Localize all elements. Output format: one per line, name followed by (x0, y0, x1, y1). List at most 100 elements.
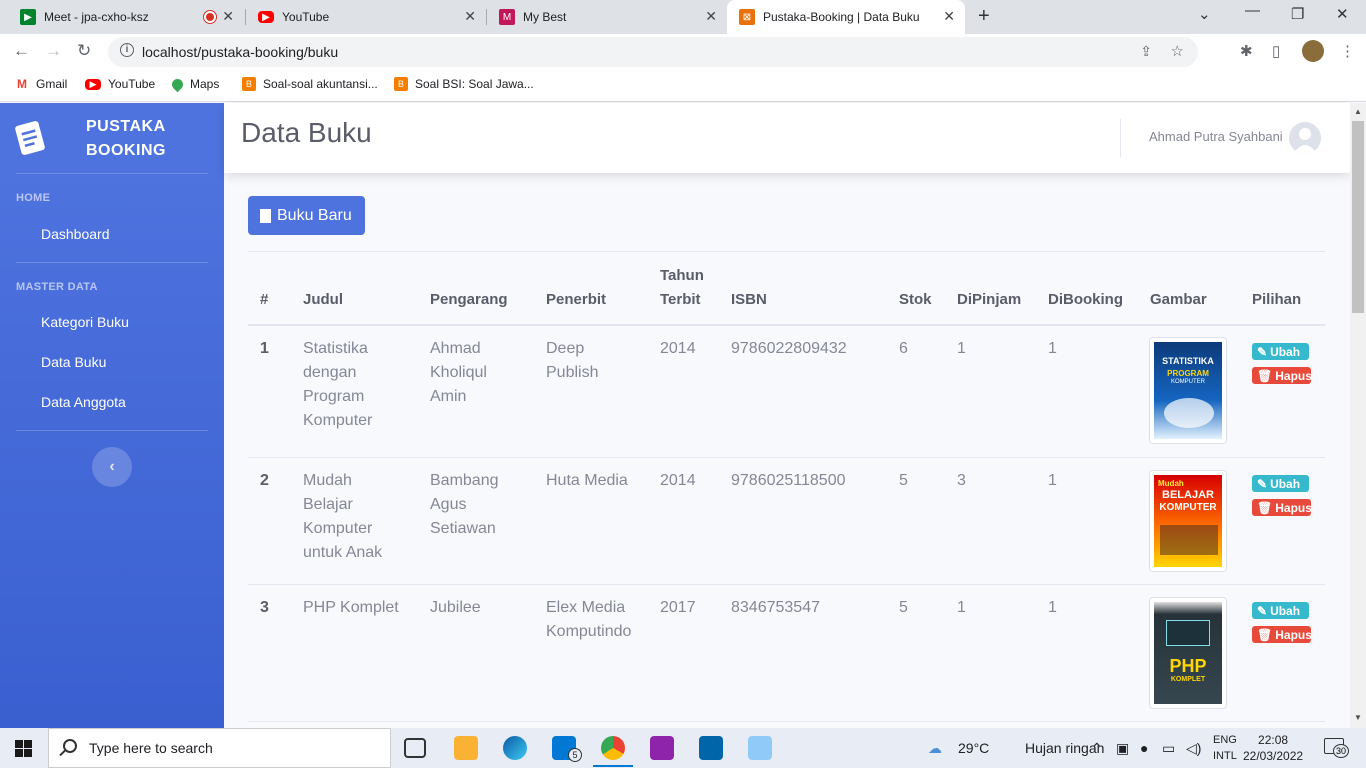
microphone-icon[interactable]: ● (1140, 740, 1148, 756)
tab-search-icon[interactable]: ⌄ (1198, 5, 1211, 23)
forward-button[interactable]: → (45, 41, 62, 61)
edit-icon: ✎ (1257, 603, 1268, 618)
taskbar-clock[interactable]: 22:08 22/03/2022 (1243, 732, 1303, 764)
paint-icon[interactable] (748, 736, 772, 760)
restore-button[interactable]: ❐ (1291, 5, 1304, 23)
task-view-icon[interactable] (404, 738, 426, 758)
cell-tahun: 2017 (660, 599, 696, 616)
scrollbar-thumb[interactable] (1352, 121, 1364, 313)
meet-tray-icon[interactable]: ▣ (1116, 740, 1129, 757)
cell-tahun: 2014 (660, 340, 696, 357)
side-panel-icon[interactable]: ▯ (1272, 42, 1280, 60)
close-icon[interactable]: ✕ (705, 8, 717, 25)
cell-line: Huta Media (546, 472, 628, 489)
cover-image: PHP KOMPLET (1154, 602, 1222, 704)
page-scrollbar[interactable]: ▲ ▼ (1350, 103, 1366, 728)
edit-icon: ✎ (1257, 344, 1268, 359)
tab-meet[interactable]: ▶ Meet - jpa-cxho-ksz ✕ (8, 0, 244, 34)
youtube-icon: ▶ (85, 78, 101, 90)
bookmarks-bar: M Gmail ▶ YouTube Maps B Soal-soal akunt… (0, 70, 1366, 102)
books-table: # Judul Pengarang Penerbit Tahun Terbit … (248, 251, 1325, 728)
sidebar-item-kategori[interactable]: Kategori Buku (41, 314, 129, 330)
sidebar-divider (16, 262, 208, 263)
chrome-icon[interactable] (593, 736, 633, 767)
book-cover[interactable]: STATISTIKA PROGRAM KOMPUTER (1149, 337, 1227, 444)
browser-tab-strip: ▶ Meet - jpa-cxho-ksz ✕ ▶ YouTube ✕ M My… (0, 0, 1366, 34)
mail-icon[interactable]: 5 (552, 736, 582, 762)
language-indicator[interactable]: ENG INTL (1213, 732, 1237, 764)
weather-icon[interactable]: ☁ (928, 740, 942, 757)
tab-pustaka[interactable]: ⊠ Pustaka-Booking | Data Buku ✕ (727, 0, 965, 34)
bookmark-soal-akuntansi[interactable]: B Soal-soal akuntansi... (242, 77, 378, 91)
bookmark-label: YouTube (108, 77, 156, 91)
chevron-up-icon[interactable]: ⌃ (1091, 740, 1103, 757)
book-icon[interactable] (14, 119, 46, 157)
book-cover[interactable]: PHP KOMPLET (1149, 597, 1227, 709)
battery-icon[interactable]: ▭ (1162, 740, 1175, 757)
share-icon[interactable]: ⇪ (1140, 43, 1152, 60)
cell-no: 1 (260, 340, 269, 357)
extensions-icon[interactable]: ✱ (1240, 42, 1253, 60)
edit-button[interactable]: ✎ Ubah (1252, 602, 1309, 619)
minimize-button[interactable]: — (1245, 2, 1260, 19)
url-field[interactable]: i localhost/pustaka-booking/buku ⇪ ☆ (108, 37, 1198, 67)
sidebar-item-buku[interactable]: Data Buku (41, 354, 106, 370)
reload-button[interactable]: ↻ (77, 41, 91, 61)
user-avatar[interactable] (1289, 122, 1321, 154)
bookmark-star-icon[interactable]: ☆ (1171, 42, 1184, 60)
delete-button[interactable]: 🗑 Hapus (1252, 626, 1312, 643)
cover-art (1160, 525, 1218, 555)
brand-name[interactable]: PUSTAKA BOOKING (86, 115, 166, 163)
cell-penerbit: Huta Media (546, 469, 628, 493)
add-book-button[interactable]: Buku Baru (248, 196, 365, 235)
winrar-icon[interactable] (650, 736, 674, 760)
cover-subtitle: KOMPLET (1170, 676, 1206, 683)
url-text: localhost/pustaka-booking/buku (142, 44, 339, 60)
delete-label: Hapus (1275, 627, 1312, 642)
scroll-up-icon[interactable]: ▲ (1354, 107, 1362, 116)
close-icon[interactable]: ✕ (943, 8, 955, 25)
bookmark-gmail[interactable]: M Gmail (15, 77, 67, 91)
tab-youtube[interactable]: ▶ YouTube ✕ (246, 0, 486, 34)
bookmark-label: Maps (190, 77, 220, 91)
close-icon[interactable]: ✕ (222, 8, 234, 25)
menu-icon[interactable]: ⋮ (1340, 42, 1355, 60)
volume-icon[interactable]: ◁) (1186, 740, 1201, 757)
tab-mybest[interactable]: M My Best ✕ (487, 0, 727, 34)
cell-judul: Statistika dengan Program Komputer (303, 337, 372, 433)
sidebar-item-dashboard[interactable]: Dashboard (41, 226, 110, 242)
profile-avatar[interactable] (1302, 40, 1324, 62)
new-tab-button[interactable]: + (978, 5, 990, 28)
bookmark-soal-bsi[interactable]: B Soal BSI: Soal Jawa... (394, 77, 534, 91)
scroll-down-icon[interactable]: ▼ (1354, 713, 1362, 722)
bookmark-maps[interactable]: Maps (169, 76, 220, 92)
close-icon[interactable]: ✕ (464, 8, 476, 25)
gmail-icon: M (15, 77, 29, 91)
file-explorer-icon[interactable] (454, 736, 478, 760)
notification-icon[interactable]: 30 (1324, 738, 1349, 758)
cell-dibooking: 1 (1048, 472, 1057, 489)
edge-icon[interactable] (503, 736, 527, 760)
sidebar-toggle-button[interactable]: ‹ (92, 447, 132, 487)
delete-label: Hapus (1275, 500, 1312, 515)
delete-button[interactable]: 🗑 Hapus (1252, 367, 1312, 384)
sidebar: PUSTAKA BOOKING HOME Dashboard MASTER DA… (0, 103, 224, 728)
edit-button[interactable]: ✎ Ubah (1252, 343, 1309, 360)
site-info-icon[interactable]: i (120, 43, 134, 57)
book-cover[interactable]: Mudah BELAJAR KOMPUTER (1149, 470, 1227, 572)
user-name[interactable]: Ahmad Putra Syahbani (1149, 129, 1283, 144)
search-icon (63, 739, 77, 753)
back-button[interactable]: ← (13, 41, 30, 61)
trash-icon: 🗑 (1257, 368, 1273, 383)
bookmark-youtube[interactable]: ▶ YouTube (85, 77, 155, 91)
delete-button[interactable]: 🗑 Hapus (1252, 499, 1312, 516)
edit-button[interactable]: ✎ Ubah (1252, 475, 1309, 492)
vscode-icon[interactable] (699, 736, 723, 760)
windows-start-icon[interactable] (15, 740, 32, 757)
window-close-button[interactable]: ✕ (1336, 5, 1349, 23)
weather-temp[interactable]: 29°C (958, 740, 989, 756)
sidebar-divider (16, 430, 208, 431)
cover-image: STATISTIKA PROGRAM KOMPUTER (1154, 342, 1222, 439)
sidebar-item-anggota[interactable]: Data Anggota (41, 394, 126, 410)
taskbar-search-input[interactable]: Type here to search (48, 728, 391, 768)
